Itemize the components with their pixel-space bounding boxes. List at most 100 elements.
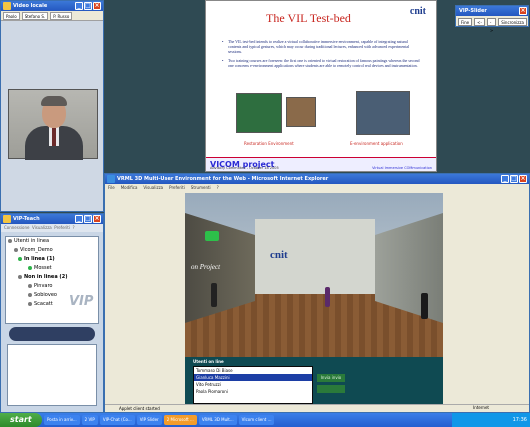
slider-titlebar[interactable]: VIP-Slider × — [456, 6, 528, 16]
online-user-row[interactable]: Vito Petruzzi — [194, 381, 312, 388]
chat-control-bar[interactable] — [9, 327, 95, 341]
slide-title: The VIL Test-bed — [266, 11, 351, 25]
app-icon — [3, 2, 11, 10]
chat-window: VIP-Teach _ □ × Connessione Visualizza P… — [0, 213, 104, 413]
menu-item[interactable]: Preferiti — [54, 225, 70, 230]
menu-edit[interactable]: Modifica — [121, 184, 138, 192]
avatar-figure[interactable] — [421, 293, 428, 319]
app-icon — [3, 215, 11, 223]
scene-project-text: on Project — [191, 263, 221, 271]
caption-eenvironment: E-environment application — [350, 141, 403, 146]
security-zone: Internet — [473, 405, 489, 410]
video-titlebar[interactable]: Video locale _ □ × — [1, 1, 103, 11]
online-user-row[interactable]: Paola Piomaroni — [194, 388, 312, 395]
chat-message-area[interactable] — [7, 344, 97, 406]
webcam-feed — [8, 89, 98, 160]
menu-favorites[interactable]: Preferiti — [169, 184, 185, 192]
close-button[interactable]: × — [519, 7, 527, 15]
online-users-header: Utenti on line — [193, 359, 224, 364]
tree-offline[interactable]: Non in linea (2) — [6, 273, 98, 282]
online-user-row[interactable]: Tommaso Di Biase — [194, 367, 312, 374]
footer-left: Advisory Committee - October 18 2005 — [210, 166, 279, 170]
e-environment-image — [356, 91, 410, 135]
status-bar: Applet client started — [105, 404, 529, 412]
taskbar-item[interactable]: 2 VIP — [81, 415, 98, 425]
taskbar: start Posta in arriv... 2 VIP VIP-Chat (… — [0, 413, 530, 427]
system-tray-clock[interactable]: 17:36 — [452, 413, 530, 427]
minimize-button[interactable]: _ — [75, 2, 83, 10]
maximize-button[interactable]: □ — [84, 2, 92, 10]
chat-menubar: Connessione Visualizza Preferiti ? — [1, 224, 103, 232]
menu-item[interactable]: ? — [73, 225, 75, 230]
participant-tabs: Paolo Stefano S. P. Russo — [1, 11, 103, 21]
start-button[interactable]: start — [0, 413, 42, 427]
sync-button[interactable]: Sincronizza — [498, 18, 527, 26]
maximize-button[interactable]: □ — [510, 175, 518, 183]
tree-user[interactable]: Mosset — [6, 264, 98, 273]
minimize-button[interactable]: _ — [501, 175, 509, 183]
secondary-button[interactable] — [317, 385, 345, 393]
next-button[interactable]: -> — [486, 18, 497, 33]
prev-button[interactable]: <- — [474, 18, 485, 26]
end-button[interactable]: Fine — [458, 18, 473, 26]
minimize-button[interactable]: _ — [75, 215, 83, 223]
browser-title: VRML 3D Multi-User Environment for the W… — [117, 176, 329, 182]
menu-tools[interactable]: Strumenti — [191, 184, 211, 192]
tree-root[interactable]: Utenti in linea — [6, 237, 98, 246]
taskbar-item[interactable]: VIP Slider — [136, 415, 162, 425]
browser-titlebar[interactable]: VRML 3D Multi-User Environment for the W… — [105, 174, 529, 184]
maximize-button[interactable]: □ — [84, 215, 92, 223]
cnit-logo: cnit — [409, 6, 426, 17]
presentation-slide: The VIL Test-bed cnit The VIL test-bed i… — [205, 0, 437, 172]
tree-user[interactable]: Pinvaro — [6, 282, 98, 291]
footer-right: Virtual Immersive COMmunication — [372, 166, 432, 170]
status-text: Applet client started — [119, 406, 160, 411]
ie-icon — [107, 175, 115, 183]
menu-item[interactable]: Connessione — [4, 225, 30, 230]
close-button[interactable]: × — [519, 175, 527, 183]
slide-bullet: Two training courses are foreseen: the f… — [222, 58, 420, 68]
caption-restoration: Restoration Environment — [244, 141, 294, 146]
slider-title: VIP-Slider — [459, 8, 487, 14]
slide-bullets: The VIL test-bed intends to realize a vi… — [222, 39, 420, 72]
taskbar-item[interactable]: VIP-Chat (Co... — [99, 415, 135, 425]
participant-tab[interactable]: Stefano S. — [21, 12, 49, 20]
slide-footer: VICOM project Advisory Committee - Octob… — [206, 157, 436, 171]
menu-file[interactable]: File — [108, 184, 115, 192]
folder-icon — [8, 238, 12, 243]
user-icon — [28, 292, 32, 297]
participant-tab[interactable]: Paolo — [3, 12, 20, 20]
green-arrow-icon — [205, 231, 219, 241]
video-window: Video locale _ □ × Paolo Stefano S. P. R… — [0, 0, 104, 212]
group-icon — [14, 247, 18, 252]
user-icon — [28, 283, 32, 288]
user-tree: Utenti in linea Vicom_Demo In linea (1) … — [5, 236, 99, 324]
menu-item[interactable]: Visualizza — [32, 225, 52, 230]
scene-cnit-logo: cnit — [270, 249, 288, 261]
vrml-3d-scene[interactable]: on Project cnit Utenti on line Tommaso D… — [185, 193, 443, 406]
chat-titlebar[interactable]: VIP-Teach _ □ × — [1, 214, 103, 224]
avatar-figure[interactable] — [211, 283, 217, 307]
taskbar-item[interactable]: Posta in arriv... — [44, 415, 80, 425]
taskbar-item[interactable]: VRML 3D Mult... — [198, 415, 237, 425]
avatar-figure[interactable] — [325, 287, 330, 307]
menu-view[interactable]: Visualizza — [143, 184, 163, 192]
online-users-panel: Utenti on line Tommaso Di Biase Gianluca… — [185, 357, 443, 406]
tree-group[interactable]: Vicom_Demo — [6, 246, 98, 255]
participant-tab[interactable]: P. Russo — [50, 12, 73, 20]
slide-bullet: The VIL test-bed intends to realize a vi… — [222, 39, 420, 54]
close-button[interactable]: × — [93, 215, 101, 223]
taskbar-item[interactable]: VIcom client ... — [238, 415, 275, 425]
browser-menubar: File Modifica Visualizza Preferiti Strum… — [105, 184, 529, 192]
tree-online[interactable]: In linea (1) — [6, 255, 98, 264]
taskbar-item-active[interactable]: 2 Microsoft ... — [163, 415, 197, 425]
video-title: Video locale — [13, 3, 48, 9]
close-button[interactable]: × — [93, 2, 101, 10]
user-icon — [28, 265, 32, 270]
user-icon — [28, 301, 32, 306]
online-users-list[interactable]: Tommaso Di Biase Gianluca Mazzini Vito P… — [193, 366, 313, 404]
menu-help[interactable]: ? — [217, 184, 219, 192]
restoration-image — [236, 93, 282, 133]
online-user-row-selected[interactable]: Gianluca Mazzini — [194, 374, 312, 381]
send-button[interactable]: Invia invio — [317, 374, 345, 382]
